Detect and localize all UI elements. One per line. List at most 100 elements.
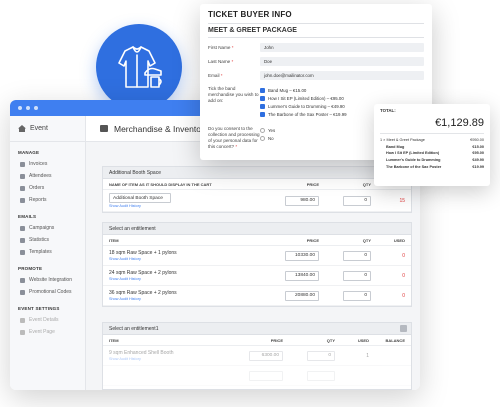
audit-history-link[interactable]: Show Audit History <box>109 257 259 261</box>
table-row: 36 sqm Raw Space + 2 pylons Show Audit Hi… <box>103 286 411 306</box>
field-label: First Name <box>208 45 231 50</box>
column-headers: ITEM PRICE QTY USED <box>103 235 411 246</box>
order-total-card: TOTAL: €1,129.89 1 × Meet & Greet Packag… <box>374 104 490 186</box>
booth-panel: Additional Booth Space NAME OF ITEM AS I… <box>102 166 412 213</box>
column-header: QTY <box>362 181 371 187</box>
total-label: TOTAL: <box>380 108 396 113</box>
total-line-item: Band Mug €15.00 <box>380 144 484 151</box>
column-header: QTY <box>326 337 335 343</box>
radio-icon[interactable] <box>260 135 265 141</box>
qty-input[interactable]: 0 <box>343 270 371 281</box>
attendees-icon <box>20 173 25 179</box>
sidebar-item-event-page[interactable]: Event Page <box>10 326 85 338</box>
sidebar-item-website-integration[interactable]: Website Integration <box>10 274 85 286</box>
sidebar-item-statistics[interactable]: Statistics <box>10 234 85 246</box>
column-headers: ITEM PRICE QTY USED BALANCE <box>103 335 411 346</box>
invoice-icon <box>20 161 25 167</box>
last-name-row: Last Name * Doe <box>208 57 424 66</box>
price-input[interactable]: 980.00 <box>285 195 319 206</box>
line-name: How I Sit EP (Limited Edition) <box>386 151 440 156</box>
entitlement1-panel: Select an entitlement1 ITEM PRICE QTY US… <box>102 322 412 390</box>
audit-history-link[interactable]: Show Audit History <box>109 204 259 208</box>
sidebar-item-promotional-codes[interactable]: Promotional Codes <box>10 286 85 298</box>
page-icon <box>20 329 25 335</box>
email-field[interactable]: john.doe@mailinator.com <box>260 71 424 80</box>
line-name: 1 × Meet & Greet Package <box>380 138 425 143</box>
checkbox-checked-icon[interactable] <box>260 95 265 101</box>
used-count: 1 <box>366 352 369 359</box>
line-price: €950.00 <box>470 138 484 143</box>
consent-option-yes[interactable]: Yes <box>260 126 275 134</box>
qty-input[interactable]: 0 <box>343 195 371 206</box>
checkbox-checked-icon[interactable] <box>260 103 265 109</box>
total-line-item: 1 × Meet & Greet Package €950.00 <box>380 137 484 144</box>
campaigns-icon <box>20 225 25 231</box>
audit-history-link[interactable]: Show Audit History <box>109 297 259 301</box>
merch-option[interactable]: Band Mug – €15.00 <box>260 86 347 94</box>
table-row: 9 sqm Enhanced Shell Booth Show Audit His… <box>103 346 411 366</box>
merch-option[interactable]: The Barbone of the Sax Poster – €19.99 <box>260 110 347 118</box>
sidebar-item-invoices[interactable]: Invoices <box>10 158 85 170</box>
first-name-field[interactable]: John <box>260 43 424 52</box>
price-input[interactable]: 6300.00 <box>249 350 283 361</box>
qty-input[interactable]: 0 <box>343 290 371 301</box>
panel-header: Additional Booth Space <box>103 167 411 179</box>
window-dot <box>18 106 22 110</box>
qty-input[interactable] <box>307 370 335 381</box>
audit-history-link[interactable]: Show Audit History <box>109 357 223 361</box>
sidebar-section-emails: EMAILS <box>18 214 37 219</box>
sidebar-item-label: Attendees <box>29 173 52 179</box>
reports-icon <box>20 197 25 203</box>
column-header: ITEM <box>109 337 119 343</box>
required-marker: * <box>235 143 238 149</box>
consent-question: Do you consent to the collection and pro… <box>208 126 260 149</box>
sidebar-item-label: Statistics <box>29 237 50 243</box>
price-input[interactable]: 20880.00 <box>285 290 319 301</box>
required-marker: * <box>220 73 223 78</box>
sidebar-item-orders[interactable]: Orders <box>10 182 85 194</box>
checkbox-checked-icon[interactable] <box>260 87 265 93</box>
sidebar-item-label: Templates <box>29 249 52 255</box>
sidebar-item-campaigns[interactable]: Campaigns <box>10 222 85 234</box>
lock-icon <box>400 325 407 332</box>
price-input[interactable]: 10330.00 <box>285 250 319 261</box>
price-input[interactable]: 13840.00 <box>285 270 319 281</box>
total-line-item: How I Sit EP (Limited Edition) €95.00 <box>380 150 484 157</box>
line-name: Lummer's Guide to Drumming <box>386 158 441 163</box>
total-line-item: Lummer's Guide to Drumming €49.90 <box>380 157 484 164</box>
radio-icon[interactable] <box>260 127 265 133</box>
column-header: PRICE <box>306 237 319 243</box>
line-price: €95.00 <box>472 151 484 156</box>
inventory-icon <box>100 125 108 132</box>
option-label: Yes <box>268 127 276 133</box>
window-dot <box>26 106 30 110</box>
merchandise-icon <box>96 24 182 110</box>
sidebar-event-label: Event <box>30 125 48 132</box>
used-count: 0 <box>402 272 405 279</box>
sidebar-item-attendees[interactable]: Attendees <box>10 170 85 182</box>
column-header: QTY <box>362 237 371 243</box>
sidebar-item-templates[interactable]: Templates <box>10 246 85 258</box>
merch-option[interactable]: How I Sit EP (Limited Edition) – €95.00 <box>260 94 347 102</box>
window-dot <box>34 106 38 110</box>
sidebar-item-event-details[interactable]: Event Details <box>10 314 85 326</box>
sidebar-item-label: Orders <box>29 185 45 191</box>
item-name-input[interactable]: Additional Booth Space <box>109 193 171 203</box>
line-price: €49.90 <box>472 158 484 163</box>
audit-history-link[interactable]: Show Audit History <box>109 277 259 281</box>
merch-option[interactable]: Lummer's Guide to Drumming – €49.90 <box>260 102 347 110</box>
hoodie-cap-mug-icon <box>118 46 162 88</box>
sidebar-item-reports[interactable]: Reports <box>10 194 85 206</box>
qty-input[interactable]: 0 <box>343 250 371 261</box>
last-name-field[interactable]: Doe <box>260 57 424 66</box>
price-input[interactable] <box>249 370 283 381</box>
page-title-text: Merchandise & Inventory <box>114 123 209 134</box>
field-label: Email <box>208 73 220 78</box>
qty-input[interactable]: 0 <box>307 350 335 361</box>
sidebar-event-link[interactable]: Event <box>10 116 85 142</box>
column-header: USED <box>357 337 369 343</box>
consent-option-no[interactable]: No <box>260 134 275 142</box>
line-price: €19.99 <box>472 164 484 169</box>
sidebar-section-promote: PROMOTE <box>18 266 43 271</box>
checkbox-checked-icon[interactable] <box>260 111 265 117</box>
